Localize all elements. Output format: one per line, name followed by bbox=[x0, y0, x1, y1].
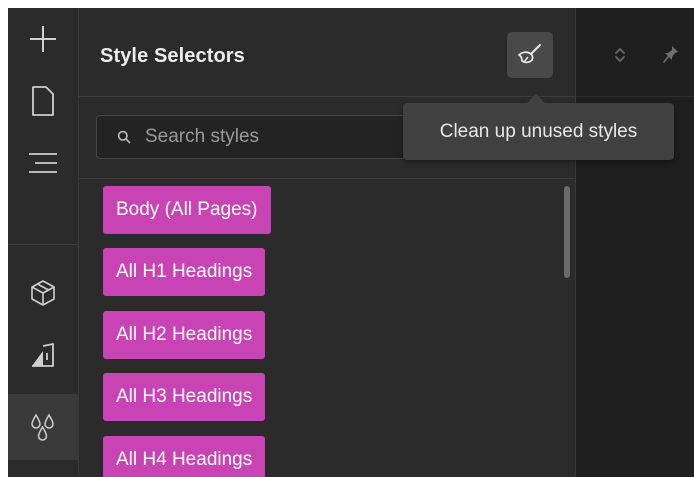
style-tag-h1[interactable]: All H1 Headings bbox=[103, 248, 266, 296]
assets-button[interactable] bbox=[8, 325, 78, 387]
style-tag-h3[interactable]: All H3 Headings bbox=[103, 373, 266, 421]
styles-button[interactable] bbox=[8, 394, 78, 460]
panel-header: Style Selectors bbox=[79, 8, 575, 97]
right-panel-header bbox=[576, 8, 694, 97]
add-button[interactable] bbox=[8, 8, 78, 70]
search-icon bbox=[117, 130, 131, 144]
clean-up-tooltip: Clean up unused styles bbox=[403, 94, 674, 160]
style-selectors-panel: Style Selectors Body (All Pages) All H1 … bbox=[79, 8, 576, 477]
droplets-icon bbox=[31, 413, 54, 441]
rail-divider bbox=[8, 244, 78, 245]
navigator-button[interactable] bbox=[8, 132, 78, 194]
style-tag-h4[interactable]: All H4 Headings bbox=[103, 436, 266, 477]
plus-icon bbox=[30, 26, 56, 52]
broom-icon bbox=[518, 44, 541, 64]
paint-bucket-icon bbox=[32, 343, 54, 367]
clean-up-styles-button[interactable] bbox=[507, 32, 553, 78]
style-tag-body[interactable]: Body (All Pages) bbox=[103, 186, 271, 234]
list-scrollbar[interactable] bbox=[564, 186, 570, 278]
panel-title: Style Selectors bbox=[100, 45, 245, 67]
right-panel bbox=[576, 8, 694, 477]
symbols-button[interactable] bbox=[8, 262, 78, 324]
navigator-icon bbox=[29, 153, 57, 173]
style-list: Body (All Pages) All H1 Headings All H2 … bbox=[79, 179, 575, 477]
pin-icon[interactable] bbox=[662, 44, 680, 64]
box-icon bbox=[31, 280, 55, 306]
pages-button[interactable] bbox=[8, 70, 78, 132]
page-icon bbox=[32, 86, 54, 116]
app-frame: Style Selectors Body (All Pages) All H1 … bbox=[8, 8, 694, 477]
expand-collapse-icon[interactable] bbox=[614, 46, 626, 64]
left-toolbar bbox=[8, 8, 79, 477]
style-tag-h2[interactable]: All H2 Headings bbox=[103, 311, 266, 359]
